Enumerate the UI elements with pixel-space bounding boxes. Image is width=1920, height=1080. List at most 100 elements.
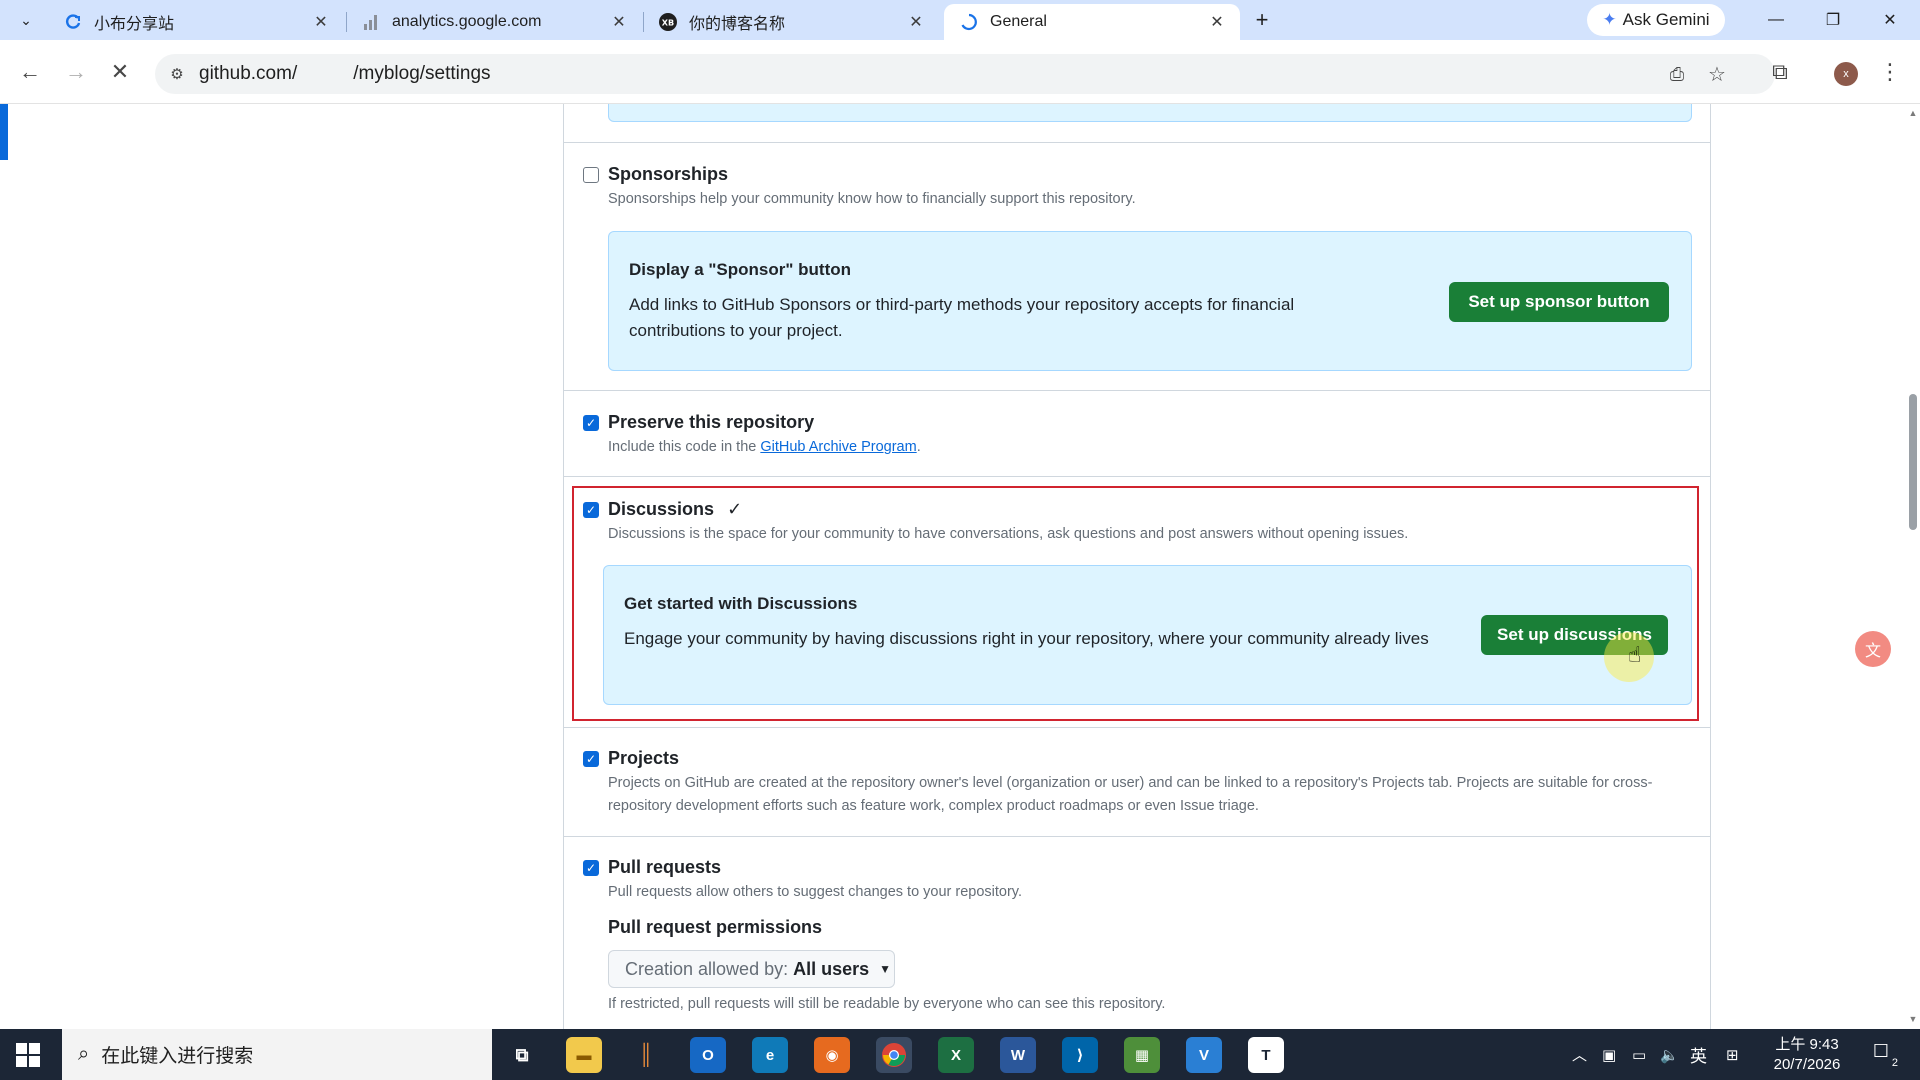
loading-spinner-icon xyxy=(960,13,978,31)
scroll-thumb[interactable] xyxy=(1909,394,1917,530)
sponsor-box-text: Add links to GitHub Sponsors or third-pa… xyxy=(629,295,1295,340)
sponsorships-checkbox[interactable] xyxy=(583,167,599,183)
windows-taskbar: ⌕ 在此键入进行搜索 ⧉ ▬ ║ O e ◉ X W ⟩ ▦ V T ︿ ▣ ▭… xyxy=(0,1029,1920,1080)
address-bar[interactable]: ⚙ github.com/ /myblog/settings ⎙ ☆ xyxy=(155,54,1775,94)
pull-requests-footnote: If restricted, pull requests will still … xyxy=(608,996,1166,1012)
tab-general-active[interactable]: General ✕ xyxy=(944,4,1240,40)
divider xyxy=(564,390,1710,391)
task-view-icon[interactable]: ⧉ xyxy=(504,1037,540,1073)
outlook-icon[interactable]: O xyxy=(690,1037,726,1073)
chrome-icon[interactable] xyxy=(876,1037,912,1073)
browser-toolbar: ← → ✕ ⚙ github.com//myblog/settings ⎙ ☆ … xyxy=(0,40,1920,104)
books-app-icon[interactable]: ║ xyxy=(628,1037,664,1073)
discussions-box-title: Get started with Discussions xyxy=(624,594,858,613)
tab-xiaobu[interactable]: 小布分享站 ✕ xyxy=(48,4,344,40)
previous-info-box xyxy=(608,104,1692,122)
divider xyxy=(564,142,1710,143)
taskbar-search-placeholder: 在此键入进行搜索 xyxy=(101,1046,254,1067)
preserve-desc-prefix: Include this code in the xyxy=(608,439,761,455)
url-host: github.com/ xyxy=(199,63,298,84)
tab-title: 小布分享站 xyxy=(94,16,175,33)
keyboard-layout-icon[interactable]: ⊞ xyxy=(1726,1029,1739,1080)
projects-description: Projects on GitHub are created at the re… xyxy=(608,775,1653,814)
scroll-down-arrow-icon[interactable]: ▼ xyxy=(1908,1014,1918,1024)
page-scrollbar[interactable]: ▲ ▼ xyxy=(1906,104,1920,1029)
close-icon[interactable]: ✕ xyxy=(310,12,332,32)
tab-blog[interactable]: XB 你的博客名称 ✕ xyxy=(643,4,939,40)
translate-extension-icon[interactable]: 文 xyxy=(1855,631,1891,667)
gemini-sparkle-icon: ✦ xyxy=(1602,10,1617,29)
vpn-app-icon[interactable]: V xyxy=(1186,1037,1222,1073)
file-explorer-icon[interactable]: ▬ xyxy=(566,1037,602,1073)
kebab-menu-icon[interactable]: ⋮ xyxy=(1876,58,1904,86)
bookmark-star-icon[interactable]: ☆ xyxy=(1703,60,1731,88)
ask-gemini-label: Ask Gemini xyxy=(1622,10,1710,29)
page-content: Sponsorships Sponsorships help your comm… xyxy=(0,104,1906,1029)
sponsor-box-title: Display a "Sponsor" button xyxy=(629,260,852,279)
taskbar-search-box[interactable]: ⌕ 在此键入进行搜索 xyxy=(62,1029,492,1080)
pull-requests-checkbox[interactable]: ✓ xyxy=(583,860,599,876)
chrome-refresh-icon xyxy=(64,13,82,31)
discussions-title: Discussions xyxy=(608,499,715,519)
tab-search-chevron-icon[interactable]: ⌄ xyxy=(10,6,42,34)
sidebar-active-indicator xyxy=(0,104,8,160)
select-value: All users xyxy=(793,958,870,979)
minimize-icon[interactable]: — xyxy=(1748,0,1804,40)
scroll-up-arrow-icon[interactable]: ▲ xyxy=(1908,108,1918,118)
vscode-icon[interactable]: ⟩ xyxy=(1062,1037,1098,1073)
close-window-icon[interactable]: ✕ xyxy=(1862,0,1918,40)
close-icon[interactable]: ✕ xyxy=(905,12,927,32)
ime-indicator[interactable]: 英 xyxy=(1690,1029,1707,1080)
site-info-tune-icon[interactable]: ⚙ xyxy=(165,62,189,86)
discussions-description: Discussions is the space for your commun… xyxy=(608,526,1409,542)
caret-down-icon: ▼ xyxy=(879,962,892,976)
svg-text:XB: XB xyxy=(662,18,674,28)
windows-start-icon[interactable] xyxy=(16,1043,40,1067)
ask-gemini-button[interactable]: ✦ Ask Gemini xyxy=(1587,4,1725,36)
network-icon[interactable]: ▭ xyxy=(1632,1029,1646,1080)
discussions-title-row: Discussions ✓ xyxy=(608,499,742,520)
forward-arrow-icon[interactable]: → xyxy=(62,58,90,86)
github-archive-program-link[interactable]: GitHub Archive Program xyxy=(760,439,916,455)
volume-icon[interactable]: 🔈 xyxy=(1660,1029,1679,1080)
pull-request-permissions-title: Pull request permissions xyxy=(608,917,823,937)
url-text[interactable]: github.com/ /myblog/settings xyxy=(199,63,491,85)
image-editor-icon[interactable]: ▦ xyxy=(1124,1037,1160,1073)
xb-logo-icon: XB xyxy=(659,13,677,31)
new-tab-plus-icon[interactable]: + xyxy=(1248,6,1276,34)
word-icon[interactable]: W xyxy=(1000,1037,1036,1073)
tray-chevron-up-icon[interactable]: ︿ xyxy=(1572,1029,1587,1080)
close-icon[interactable]: ✕ xyxy=(608,12,630,32)
tab-title: 你的博客名称 xyxy=(689,16,786,33)
excel-icon[interactable]: X xyxy=(938,1037,974,1073)
preserve-description: Include this code in the GitHub Archive … xyxy=(608,436,1688,459)
stop-loading-icon[interactable]: ✕ xyxy=(106,58,134,86)
browser-tab-strip: ⌄ 小布分享站 ✕ analytics.google.com ✕ XB 你的博客… xyxy=(0,0,1920,40)
extensions-puzzle-icon[interactable]: ⧉ xyxy=(1766,58,1794,86)
discussions-checkbox[interactable]: ✓ xyxy=(583,502,599,518)
edge-dev-icon[interactable]: e xyxy=(752,1037,788,1073)
close-icon[interactable]: ✕ xyxy=(1206,12,1228,32)
preserve-desc-suffix: . xyxy=(916,439,921,455)
firefox-icon[interactable]: ◉ xyxy=(814,1037,850,1073)
preserve-checkbox[interactable]: ✓ xyxy=(583,415,599,431)
divider xyxy=(564,727,1710,728)
analytics-icon xyxy=(362,13,380,31)
sponsorships-description: Sponsorships help your community know ho… xyxy=(608,191,1136,207)
profile-avatar[interactable]: x xyxy=(1834,62,1858,86)
back-arrow-icon[interactable]: ← xyxy=(16,58,44,86)
tab-analytics[interactable]: analytics.google.com ✕ xyxy=(346,4,642,40)
restore-icon[interactable]: ❐ xyxy=(1805,0,1861,40)
typora-icon[interactable]: T xyxy=(1248,1037,1284,1073)
creation-allowed-by-select[interactable]: Creation allowed by: All users ▼ xyxy=(608,950,895,988)
notification-center-icon[interactable]: ☐ 2 xyxy=(1866,1041,1898,1069)
set-up-sponsor-button[interactable]: Set up sponsor button xyxy=(1449,282,1669,322)
preserve-title: Preserve this repository xyxy=(608,412,815,432)
tray-meet-icon[interactable]: ▣ xyxy=(1602,1029,1616,1080)
system-clock[interactable]: 上午 9:43 20/7/2026 xyxy=(1764,1035,1850,1075)
projects-checkbox[interactable]: ✓ xyxy=(583,751,599,767)
clock-time: 上午 9:43 xyxy=(1775,1036,1839,1053)
install-app-icon[interactable]: ⎙ xyxy=(1663,60,1691,88)
tab-title: analytics.google.com xyxy=(392,13,542,30)
discussions-info-box: Get started with Discussions Engage your… xyxy=(603,565,1692,705)
